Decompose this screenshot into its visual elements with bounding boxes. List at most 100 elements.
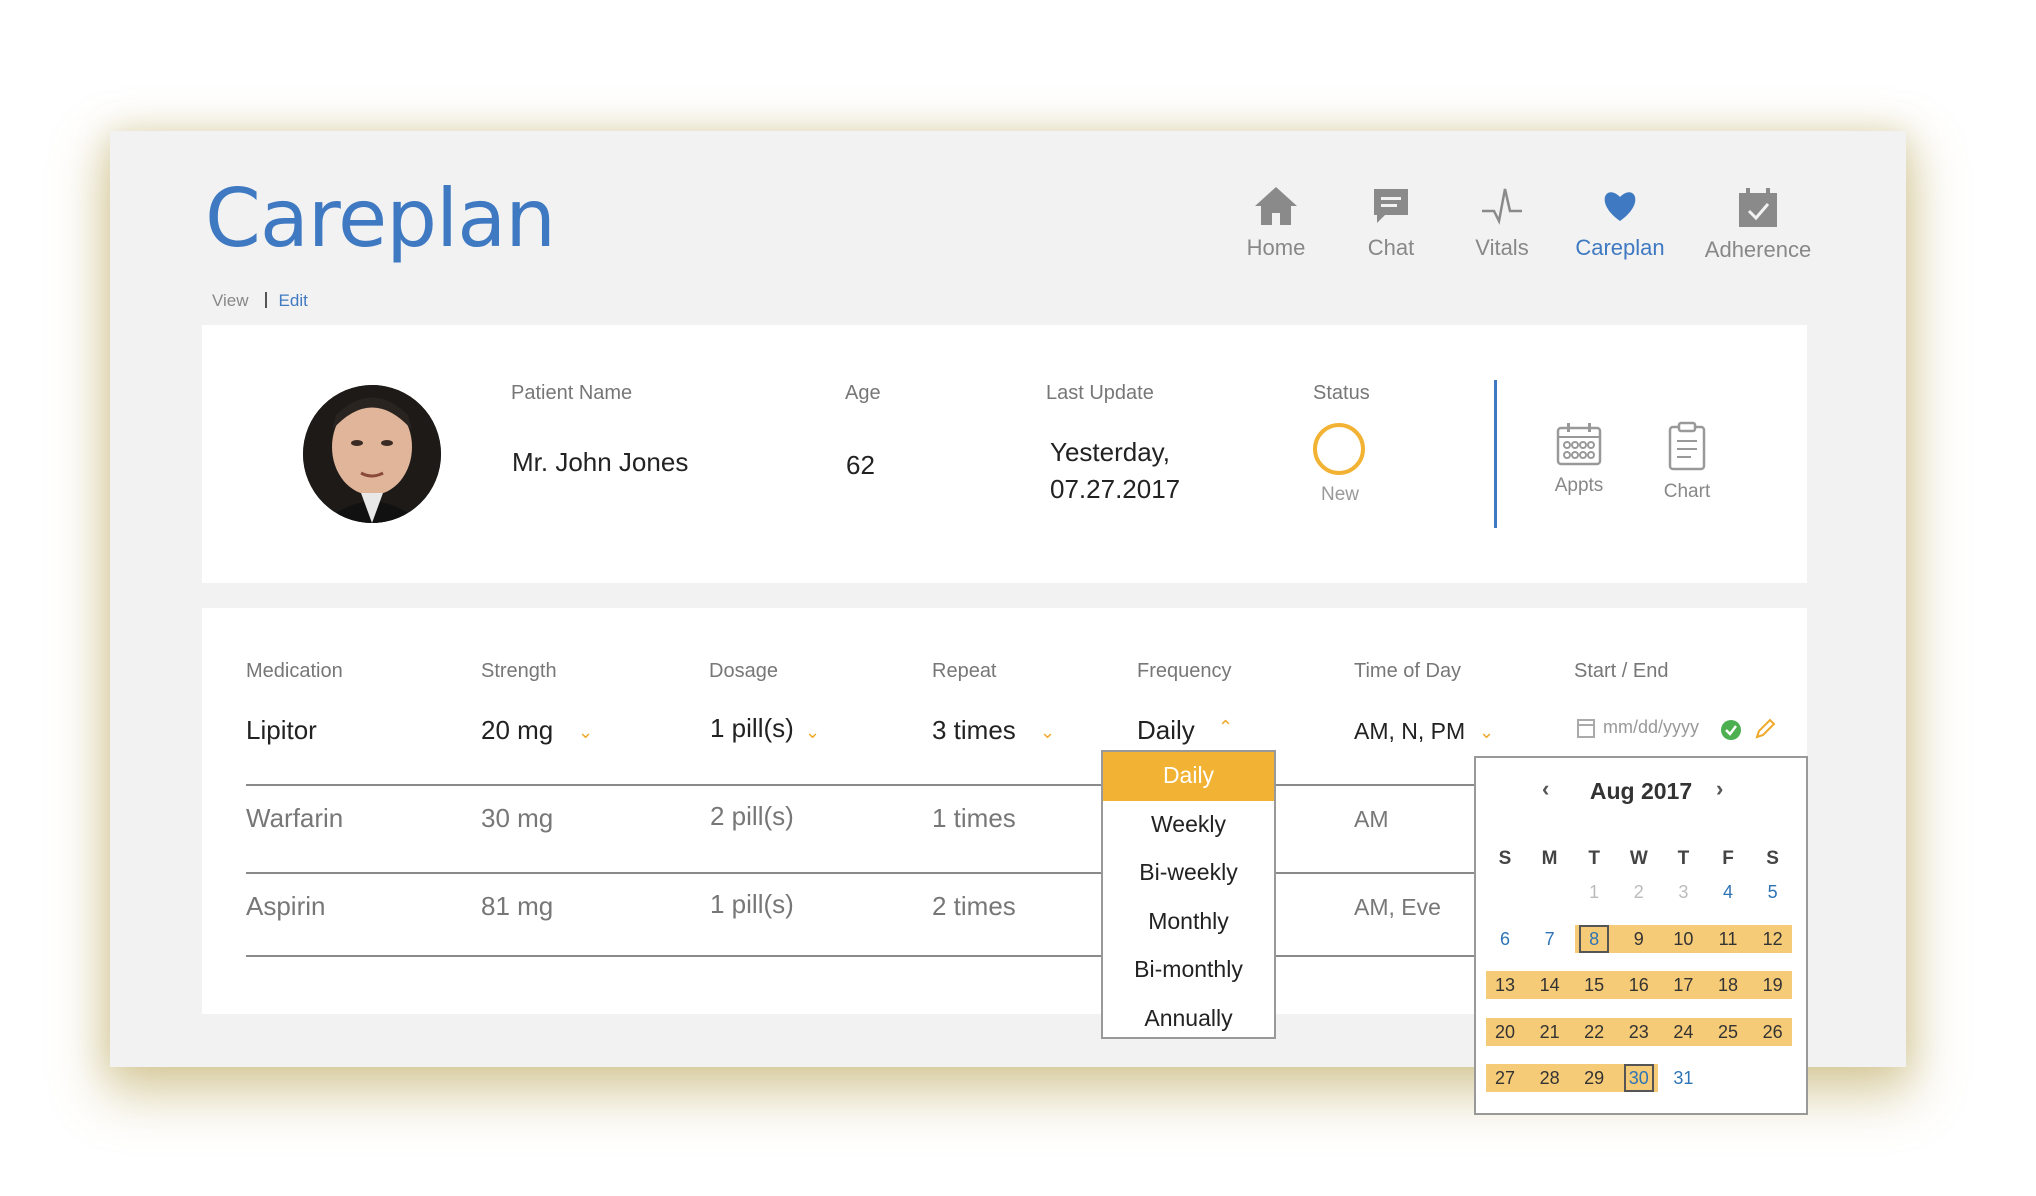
- calendar-day[interactable]: 20: [1490, 1018, 1520, 1046]
- nav-chat[interactable]: Chat: [1356, 185, 1426, 261]
- frequency-option[interactable]: Bi-monthly: [1103, 946, 1274, 995]
- chevron-up-icon[interactable]: ⌃: [1218, 717, 1233, 738]
- row-divider: [246, 872, 1476, 874]
- calendar-day[interactable]: 17: [1668, 971, 1698, 999]
- view-edit-toggle: View Edit: [212, 291, 308, 311]
- date-input[interactable]: mm/dd/yyyy: [1603, 717, 1699, 738]
- calendar-day[interactable]: 28: [1535, 1064, 1565, 1092]
- edit-link[interactable]: Edit: [279, 291, 308, 310]
- last-update-label: Last Update: [1046, 382, 1154, 404]
- calendar-day[interactable]: 27: [1490, 1064, 1520, 1092]
- calendar-day[interactable]: 19: [1758, 971, 1788, 999]
- dosage-value: 2 pill(s): [710, 801, 794, 831]
- nav-adherence[interactable]: Adherence: [1702, 185, 1814, 263]
- calendar-day[interactable]: 4: [1713, 878, 1743, 906]
- repeat-select[interactable]: 3 times: [932, 715, 1016, 746]
- calendar-day[interactable]: 15: [1579, 971, 1609, 999]
- calendar-day[interactable]: 24: [1668, 1018, 1698, 1046]
- header-frequency: Frequency: [1137, 660, 1232, 682]
- header-medication: Medication: [246, 660, 343, 682]
- pencil-icon[interactable]: [1754, 718, 1776, 740]
- frequency-option[interactable]: Daily: [1103, 752, 1274, 801]
- medication-name[interactable]: Lipitor: [246, 715, 317, 746]
- nav-label: Vitals: [1475, 235, 1529, 260]
- header-strength: Strength: [481, 660, 557, 682]
- calendar-day[interactable]: 23: [1624, 1018, 1654, 1046]
- check-icon[interactable]: [1720, 719, 1742, 741]
- header-repeat: Repeat: [932, 660, 997, 682]
- nav-vitals[interactable]: Vitals: [1465, 185, 1539, 261]
- calendar-day[interactable]: 6: [1490, 925, 1520, 953]
- nav-home[interactable]: Home: [1238, 185, 1314, 261]
- appointments-calendar-icon: [1556, 423, 1602, 466]
- patient-age: 62: [846, 450, 875, 480]
- weekday-label: T: [1677, 848, 1690, 869]
- last-update-date: 07.27.2017: [1050, 474, 1181, 504]
- calendar-day-disabled: 1: [1589, 882, 1600, 902]
- time-of-day-value: AM, Eve: [1354, 894, 1441, 920]
- chart-button[interactable]: Chart: [1656, 421, 1718, 503]
- calendar-icon[interactable]: [1577, 718, 1595, 738]
- status-ring-icon: [1313, 423, 1365, 475]
- calendar-day[interactable]: 13: [1490, 971, 1520, 999]
- calendar-day[interactable]: 12: [1758, 925, 1788, 953]
- header-start-end: Start / End: [1574, 660, 1669, 682]
- calendar-day[interactable]: 18: [1713, 971, 1743, 999]
- chat-icon: [1374, 189, 1408, 223]
- clipboard-icon: [1668, 421, 1706, 471]
- calendar-day[interactable]: 5: [1758, 878, 1788, 906]
- home-icon: [1255, 187, 1297, 225]
- heart-icon: [1604, 192, 1636, 221]
- nav-label: Careplan: [1575, 235, 1665, 260]
- calendar-day[interactable]: 22: [1579, 1018, 1609, 1046]
- calendar-day[interactable]: 26: [1758, 1018, 1788, 1046]
- calendar-day[interactable]: 14: [1535, 971, 1565, 999]
- calendar-day[interactable]: 9: [1624, 925, 1654, 953]
- header-time-of-day: Time of Day: [1354, 660, 1462, 682]
- frequency-option[interactable]: Annually: [1103, 995, 1274, 1044]
- calendar-day[interactable]: 25: [1713, 1018, 1743, 1046]
- frequency-option[interactable]: Bi-weekly: [1103, 849, 1274, 898]
- age-label: Age: [845, 382, 881, 404]
- page-title: Careplan: [205, 172, 556, 265]
- frequency-select[interactable]: Daily: [1137, 715, 1195, 746]
- weekday-label: S: [1498, 848, 1512, 869]
- frequency-dropdown: Daily Weekly Bi-weekly Monthly Bi-monthl…: [1101, 750, 1276, 1039]
- nav-label: Chat: [1367, 235, 1415, 260]
- patient-name: Mr. John Jones: [512, 447, 689, 477]
- calendar-day[interactable]: 31: [1668, 1064, 1698, 1092]
- time-of-day-select[interactable]: AM, N, PM: [1354, 718, 1465, 745]
- calendar-day[interactable]: 30: [1623, 1064, 1654, 1092]
- chevron-down-icon[interactable]: ⌄: [805, 722, 820, 743]
- divider: [1494, 380, 1497, 528]
- frequency-option[interactable]: Weekly: [1103, 801, 1274, 850]
- calendar-day[interactable]: 10: [1668, 925, 1698, 953]
- chevron-down-icon[interactable]: ⌄: [1040, 722, 1055, 743]
- dosage-select[interactable]: 1 pill(s): [710, 713, 794, 744]
- calendar-day[interactable]: 29: [1579, 1064, 1609, 1092]
- calendar-day[interactable]: 8: [1579, 924, 1610, 953]
- calendar-check-icon: [1739, 188, 1777, 227]
- last-update-day: Yesterday,: [1050, 437, 1170, 467]
- calendar-day[interactable]: 21: [1535, 1018, 1565, 1046]
- nav-label: Adherence: [1704, 237, 1812, 262]
- appts-button[interactable]: Appts: [1548, 421, 1610, 497]
- calendar-day[interactable]: 11: [1713, 925, 1743, 953]
- frequency-option[interactable]: Monthly: [1103, 898, 1274, 947]
- view-link[interactable]: View: [212, 291, 249, 310]
- chevron-down-icon[interactable]: ⌄: [578, 722, 593, 743]
- chevron-down-icon[interactable]: ⌄: [1479, 722, 1494, 743]
- next-month-icon[interactable]: ›: [1716, 776, 1723, 802]
- strength-select[interactable]: 20 mg: [481, 715, 553, 746]
- calendar-month: Aug 2017: [1589, 778, 1693, 804]
- weekday-label: T: [1588, 848, 1600, 869]
- medication-name: Aspirin: [246, 891, 326, 921]
- calendar-day[interactable]: 16: [1624, 971, 1654, 999]
- row-divider: [246, 784, 1476, 786]
- appts-label: Appts: [1554, 475, 1604, 496]
- row-divider: [246, 955, 1476, 957]
- patient-name-label: Patient Name: [511, 382, 633, 404]
- calendar-day[interactable]: 7: [1535, 925, 1565, 953]
- weekday-label: W: [1629, 848, 1648, 869]
- nav-careplan[interactable]: Careplan: [1572, 185, 1668, 261]
